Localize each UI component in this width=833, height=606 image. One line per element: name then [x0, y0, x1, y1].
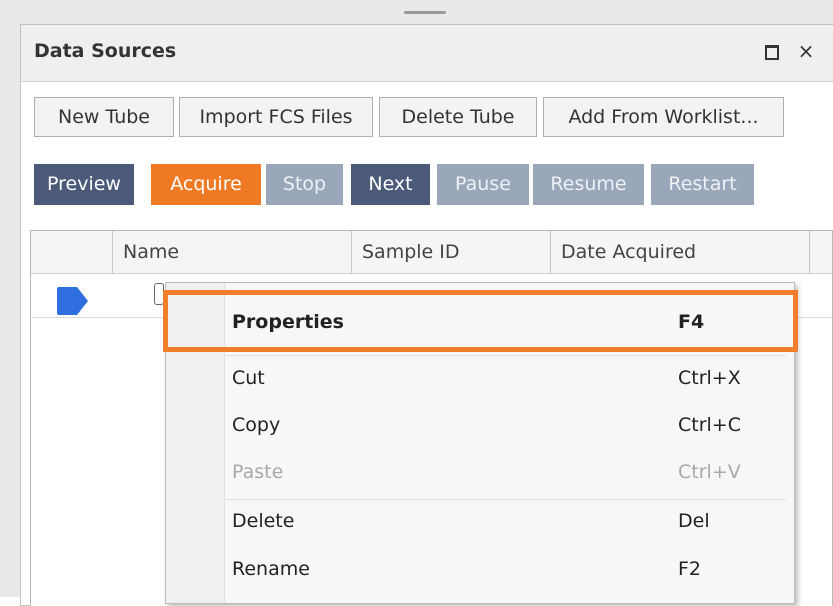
menu-item-shortcut: Ctrl+C [678, 414, 741, 436]
resume-button[interactable]: Resume [533, 164, 644, 205]
panel-resize-grip[interactable] [404, 11, 446, 14]
pause-button[interactable]: Pause [437, 164, 529, 205]
menu-item-label: Copy [232, 414, 281, 436]
acquire-button[interactable]: Acquire [151, 164, 261, 205]
restart-button[interactable]: Restart [651, 164, 754, 205]
import-fcs-files-button[interactable]: Import FCS Files [179, 97, 373, 137]
column-divider[interactable] [112, 231, 113, 273]
column-divider[interactable] [351, 231, 352, 273]
menu-item-label: Delete [232, 510, 295, 532]
column-header-name[interactable]: Name [123, 241, 179, 263]
preview-button[interactable]: Preview [34, 164, 134, 205]
menu-item-label: Rename [232, 558, 310, 580]
maximize-icon[interactable] [761, 39, 783, 63]
menu-item-copy[interactable]: Copy Ctrl+C [166, 403, 794, 449]
menu-item-label: Paste [232, 461, 284, 483]
menu-item-label: Cut [232, 367, 265, 389]
column-header-date-acquired[interactable]: Date Acquired [561, 241, 696, 263]
properties-highlight-box [163, 290, 798, 352]
stop-button[interactable]: Stop [266, 164, 343, 205]
column-header-sample-id[interactable]: Sample ID [362, 241, 460, 263]
menu-item-rename[interactable]: Rename F2 [166, 547, 794, 593]
close-icon[interactable]: × [795, 39, 817, 63]
menu-item-shortcut: F2 [678, 558, 702, 580]
menu-item-shortcut: Ctrl+X [678, 367, 741, 389]
grid-header: Name Sample ID Date Acquired [31, 231, 832, 274]
menu-item-shortcut: Del [678, 510, 710, 532]
menu-item-shortcut: Ctrl+V [678, 461, 741, 483]
menu-item-cut[interactable]: Cut Ctrl+X [166, 356, 794, 402]
new-tube-button[interactable]: New Tube [34, 97, 174, 137]
panel-title: Data Sources [34, 40, 177, 62]
delete-tube-button[interactable]: Delete Tube [379, 97, 537, 137]
add-from-worklist-button[interactable]: Add From Worklist... [543, 97, 784, 137]
column-divider[interactable] [550, 231, 551, 273]
panel-titlebar: Data Sources × [21, 25, 833, 82]
next-button[interactable]: Next [351, 164, 430, 205]
menu-item-delete[interactable]: Delete Del [166, 499, 794, 545]
column-divider[interactable] [809, 231, 810, 273]
menu-item-paste[interactable]: Paste Ctrl+V [166, 450, 794, 496]
